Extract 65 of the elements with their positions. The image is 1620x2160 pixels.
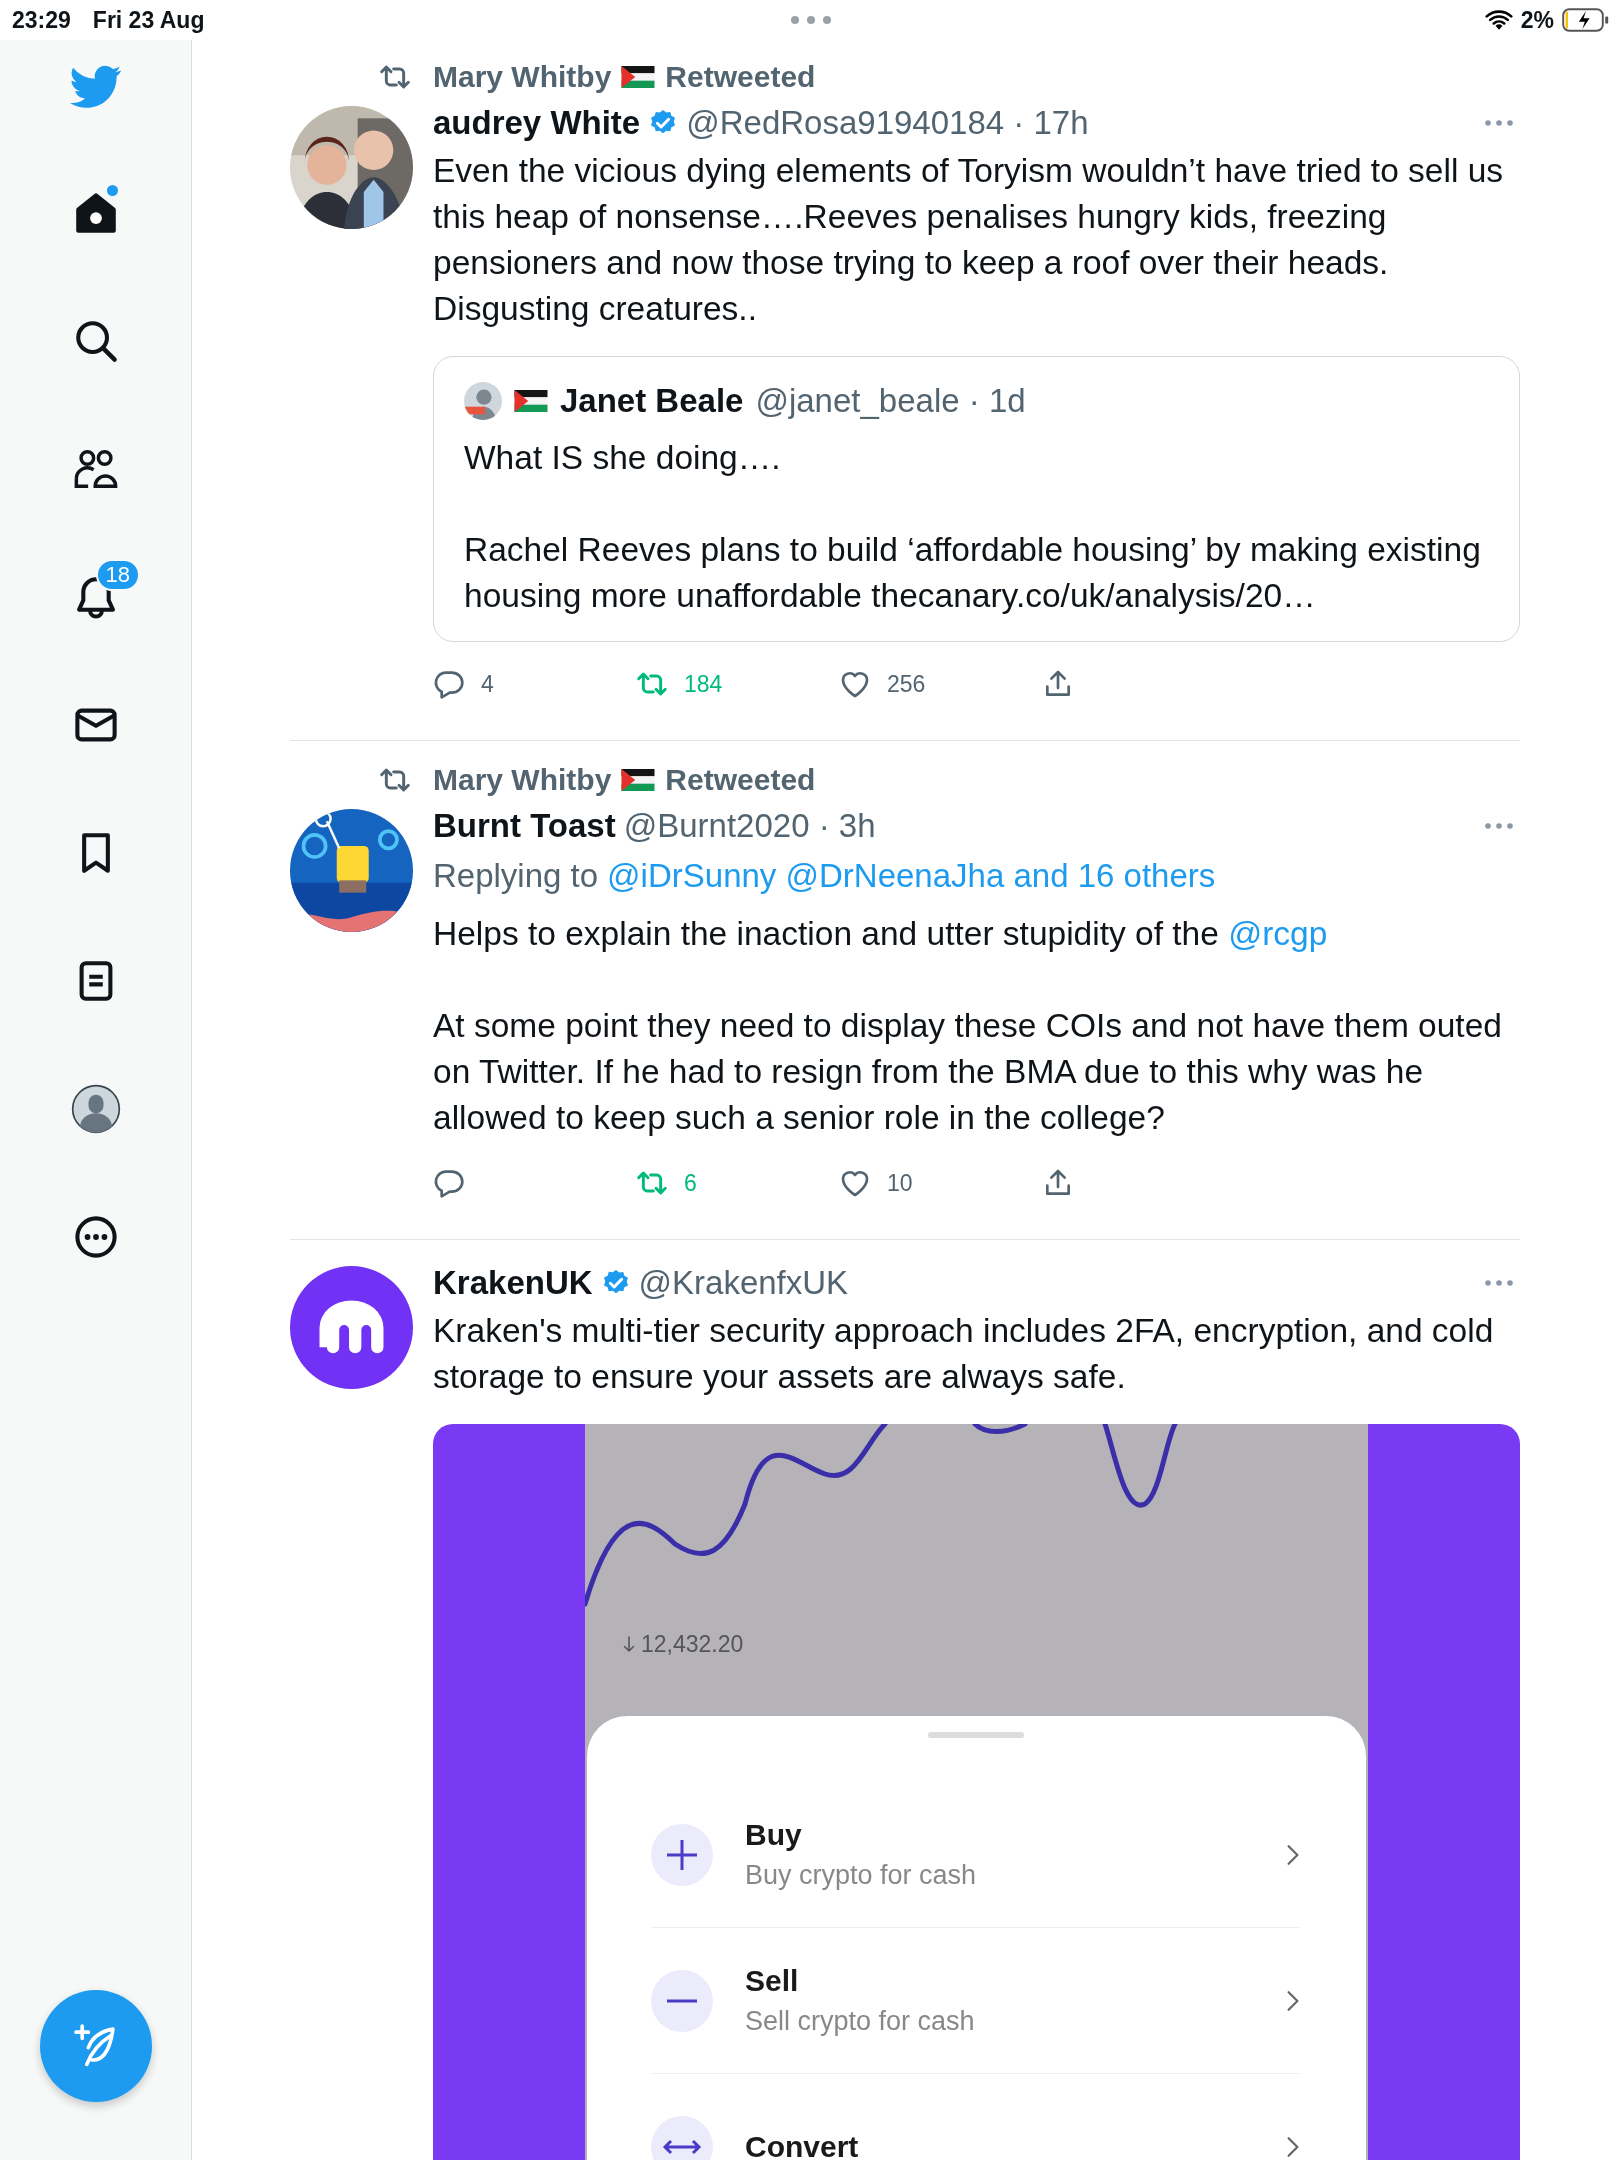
retweeter-name[interactable]: Mary Whitby bbox=[433, 763, 612, 797]
retweet-label: Retweeted bbox=[665, 763, 816, 797]
quoted-tweet[interactable]: Janet Beale @janet_beale · 1d What IS she doing…. Rachel Reeves plans to build ‘affordable housing’ by making existing housing more unaffordable thecanary.co/uk/analysis/20… bbox=[433, 356, 1520, 642]
search-icon bbox=[73, 319, 118, 363]
retweeter-name[interactable]: Mary Whitby bbox=[433, 60, 612, 94]
down-arrow-icon bbox=[623, 1634, 635, 1654]
option-subtitle: Buy crypto for cash bbox=[745, 1860, 978, 1891]
home-icon bbox=[73, 191, 118, 235]
tweet-text: Kraken's multi-tier security approach includes 2FA, encryption, and cold storage to ensure your assets are always safe. bbox=[433, 1311, 1495, 1397]
wifi-icon bbox=[1484, 9, 1513, 31]
compose-button[interactable] bbox=[39, 1990, 152, 2102]
people-icon bbox=[73, 447, 118, 491]
multitasking-icon[interactable] bbox=[789, 15, 833, 25]
sheet-option[interactable]: Buy Buy crypto for cash bbox=[651, 1782, 1300, 1928]
quoted-text: Rachel Reeves plans to build ‘affordable housing’ by making existing housing more unaffordable thecanary.co/uk/analysis/20… bbox=[464, 530, 1482, 616]
chevron-right-icon bbox=[1286, 1843, 1300, 1866]
minus-icon bbox=[651, 1969, 713, 2032]
sheet-handle[interactable] bbox=[927, 1732, 1024, 1738]
option-title: Sell bbox=[745, 1964, 800, 1998]
status-time: 23:29 bbox=[12, 6, 71, 34]
ad-video-frame[interactable]: 12,432.20 Buy Buy crypto for cash Sell Sell crypto for cash Convert bbox=[433, 1424, 1520, 2160]
replying-label: Replying to bbox=[433, 856, 599, 896]
swap-arrows-icon bbox=[651, 2115, 713, 2160]
chevron-right-icon bbox=[1286, 2135, 1300, 2158]
bird-logo-icon[interactable] bbox=[69, 65, 122, 109]
amount-text: 12,432.20 bbox=[641, 1630, 744, 1658]
author-name[interactable]: audrey White bbox=[433, 104, 641, 142]
avatar-logo-icon[interactable] bbox=[290, 1266, 413, 1389]
retweet-count: 184 bbox=[684, 670, 723, 698]
handle-and-time[interactable]: @Burnt2020 · 3h bbox=[623, 807, 876, 845]
sheet-option[interactable]: Convert bbox=[651, 2074, 1300, 2160]
more-options-icon[interactable] bbox=[1484, 1279, 1514, 1287]
more-icon bbox=[73, 1215, 118, 1259]
like-button[interactable]: 10 bbox=[839, 1167, 1042, 1199]
like-button[interactable]: 256 bbox=[839, 668, 1042, 700]
battery-percent: 2% bbox=[1520, 6, 1554, 34]
option-title: Convert bbox=[745, 2129, 860, 2160]
retweet-count: 6 bbox=[684, 1169, 697, 1197]
author-name[interactable]: Burnt Toast bbox=[433, 807, 616, 845]
notification-count: 18 bbox=[95, 559, 140, 591]
tweet-text: Helps to explain the inaction and utter stupidity of the @rcgp bbox=[433, 914, 1329, 954]
tweet-text: Even the vicious dying elements of Toryism wouldn’t have tried to sell us this heap of nonsense….Reeves penalises hungry kids, freezing pensioners and now those trying to keep a roof over their heads. Disgusting creatures.. bbox=[433, 151, 1505, 329]
chevron-right-icon bbox=[1286, 1989, 1300, 2012]
handle-and-time: @janet_beale · 1d bbox=[755, 382, 1026, 420]
option-title: Buy bbox=[745, 1818, 803, 1852]
reply-icon bbox=[433, 668, 465, 700]
quoted-author-name: Janet Beale bbox=[560, 382, 744, 420]
status-date: Fri 23 Aug bbox=[92, 6, 205, 34]
avatar-icon bbox=[70, 1084, 121, 1134]
like-count: 10 bbox=[887, 1169, 913, 1197]
quoted-text: What IS she doing…. bbox=[464, 438, 782, 478]
plus-icon bbox=[651, 1823, 713, 1886]
author-name[interactable]: KrakenUK bbox=[433, 1264, 593, 1302]
like-count: 256 bbox=[887, 670, 926, 698]
tweet-text: At some point they need to display these COIs and not have them outed on Twitter. If he had to resign from the BMA due to this why was he allowed to keep such a senior role in the college? bbox=[433, 1006, 1503, 1138]
more-options-icon[interactable] bbox=[1484, 822, 1514, 830]
reply-icon bbox=[433, 1167, 465, 1199]
reply-button[interactable]: 4 bbox=[433, 668, 636, 700]
option-subtitle: Sell crypto for cash bbox=[745, 2006, 976, 2037]
retweet-label: Retweeted bbox=[665, 60, 816, 94]
reply-count: 4 bbox=[481, 670, 494, 698]
handle-and-time[interactable]: @KrakenfxUK bbox=[638, 1264, 849, 1302]
more-options-icon[interactable] bbox=[1484, 119, 1514, 127]
sheet-option[interactable]: Sell Sell crypto for cash bbox=[651, 1928, 1300, 2074]
handle-and-time[interactable]: @RedRosa91940184 · 17h bbox=[686, 104, 1089, 142]
